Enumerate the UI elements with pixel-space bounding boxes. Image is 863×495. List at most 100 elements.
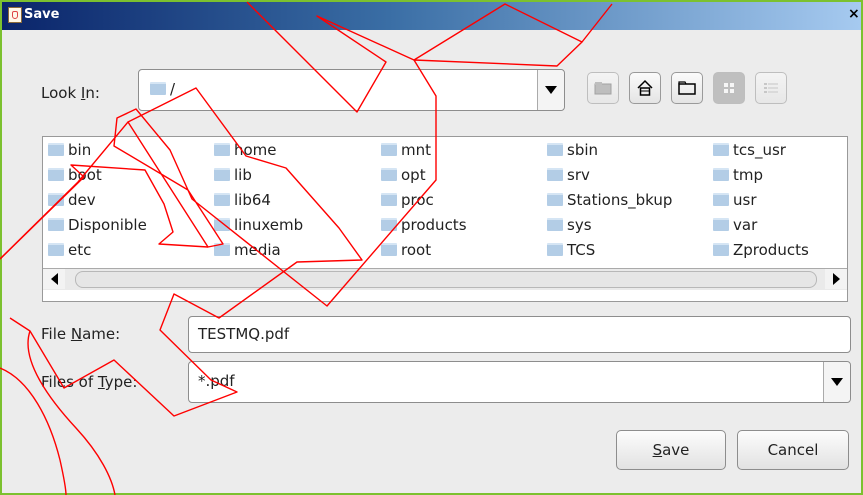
- home-button[interactable]: [629, 72, 661, 104]
- up-folder-button[interactable]: [587, 72, 619, 104]
- file-item[interactable]: Stations_bkup: [547, 188, 672, 212]
- file-item-label: proc: [401, 191, 434, 209]
- file-item-label: mnt: [401, 141, 431, 159]
- scroll-right-button[interactable]: [825, 269, 847, 289]
- folder-icon: [381, 193, 397, 206]
- file-item-label: Zproducts: [733, 241, 809, 259]
- file-item-label: opt: [401, 166, 426, 184]
- folder-icon: [381, 143, 397, 156]
- file-item-label: TCS: [567, 241, 596, 259]
- file-item-label: Stations_bkup: [567, 191, 673, 209]
- folder-icon: [48, 193, 64, 206]
- horizontal-scrollbar[interactable]: [43, 268, 847, 290]
- folder-icon: [547, 143, 563, 156]
- file-item[interactable]: srv: [547, 163, 590, 187]
- file-item[interactable]: linuxemb: [214, 213, 303, 237]
- folder-icon: [547, 193, 563, 206]
- file-item-label: root: [401, 241, 432, 259]
- file-item[interactable]: tcs_usr: [713, 138, 786, 162]
- folder-icon: [713, 168, 729, 181]
- folder-icon: [381, 243, 397, 256]
- folder-icon: [214, 168, 230, 181]
- folder-icon: [713, 243, 729, 256]
- file-item[interactable]: lib: [214, 163, 252, 187]
- file-item[interactable]: boot: [48, 163, 102, 187]
- arrow-right-icon: [832, 273, 840, 285]
- new-folder-button[interactable]: [671, 72, 703, 104]
- folder-icon: [48, 218, 64, 231]
- title-bar[interactable]: Save ×: [2, 2, 861, 30]
- file-item-label: lib64: [234, 191, 271, 209]
- look-in-combo[interactable]: /: [138, 69, 565, 111]
- file-item[interactable]: Zproducts: [713, 238, 809, 262]
- file-item-label: etc: [68, 241, 92, 259]
- folder-icon: [547, 243, 563, 256]
- chevron-down-icon: [831, 378, 843, 386]
- scroll-left-button[interactable]: [43, 269, 65, 289]
- file-item-label: dev: [68, 191, 96, 209]
- file-type-value: *.pdf: [198, 372, 235, 390]
- cancel-button[interactable]: Cancel: [737, 430, 849, 470]
- scroll-thumb[interactable]: [75, 271, 817, 288]
- save-button[interactable]: Save: [616, 430, 726, 470]
- file-item[interactable]: tmp: [713, 163, 763, 187]
- folder-icon: [214, 193, 230, 206]
- file-item[interactable]: sys: [547, 213, 592, 237]
- arrow-left-icon: [50, 273, 58, 285]
- file-item-label: sbin: [567, 141, 599, 159]
- folder-icon: [381, 218, 397, 231]
- file-item-label: home: [234, 141, 277, 159]
- file-item[interactable]: opt: [381, 163, 426, 187]
- folder-icon: [547, 168, 563, 181]
- new-folder-icon: [678, 81, 696, 95]
- folder-icon: [381, 168, 397, 181]
- folder-icon: [214, 243, 230, 256]
- file-item[interactable]: home: [214, 138, 277, 162]
- file-item-label: lib: [234, 166, 252, 184]
- file-item-label: boot: [68, 166, 102, 184]
- file-item[interactable]: usr: [713, 188, 757, 212]
- file-item[interactable]: etc: [48, 238, 91, 262]
- file-item-label: tcs_usr: [733, 141, 786, 159]
- file-item[interactable]: var: [713, 213, 757, 237]
- file-item-label: Disponible: [68, 216, 147, 234]
- file-item-label: bin: [68, 141, 92, 159]
- chevron-down-icon: [545, 86, 557, 94]
- file-item[interactable]: media: [214, 238, 281, 262]
- file-name-label: File Name:: [41, 325, 121, 343]
- file-item-label: sys: [567, 216, 592, 234]
- file-item-label: srv: [567, 166, 590, 184]
- folder-icon: [48, 243, 64, 256]
- file-item[interactable]: products: [381, 213, 467, 237]
- folder-icon: [713, 143, 729, 156]
- list-view-button[interactable]: [713, 72, 745, 104]
- java-icon: [8, 7, 22, 23]
- close-button[interactable]: ×: [848, 6, 861, 24]
- window-title: Save: [24, 7, 60, 22]
- look-in-dropdown-button[interactable]: [537, 70, 564, 110]
- file-item[interactable]: dev: [48, 188, 96, 212]
- save-dialog: Save × Look In: / bin boot dev Disponible et…: [0, 0, 863, 495]
- file-item[interactable]: Disponible: [48, 213, 147, 237]
- file-type-label: Files of Type:: [41, 373, 138, 391]
- file-item[interactable]: bin: [48, 138, 91, 162]
- file-item[interactable]: root: [381, 238, 431, 262]
- file-item-label: linuxemb: [234, 216, 304, 234]
- folder-icon: [214, 218, 230, 231]
- file-item[interactable]: proc: [381, 188, 434, 212]
- file-type-dropdown-button[interactable]: [823, 362, 850, 402]
- folder-icon: [713, 193, 729, 206]
- file-item[interactable]: sbin: [547, 138, 598, 162]
- file-list[interactable]: bin boot dev Disponible etc home lib lib64 linux…: [42, 136, 848, 302]
- folder-icon: [150, 82, 166, 95]
- file-type-combo[interactable]: *.pdf: [188, 361, 851, 403]
- file-item-label: products: [401, 216, 467, 234]
- file-item[interactable]: lib64: [214, 188, 271, 212]
- up-folder-icon: [594, 82, 612, 95]
- file-name-input[interactable]: TESTMQ.pdf: [188, 316, 851, 353]
- details-view-button[interactable]: [755, 72, 787, 104]
- file-item-label: var: [733, 216, 758, 234]
- folder-icon: [547, 218, 563, 231]
- file-item[interactable]: mnt: [381, 138, 431, 162]
- file-item[interactable]: TCS: [547, 238, 595, 262]
